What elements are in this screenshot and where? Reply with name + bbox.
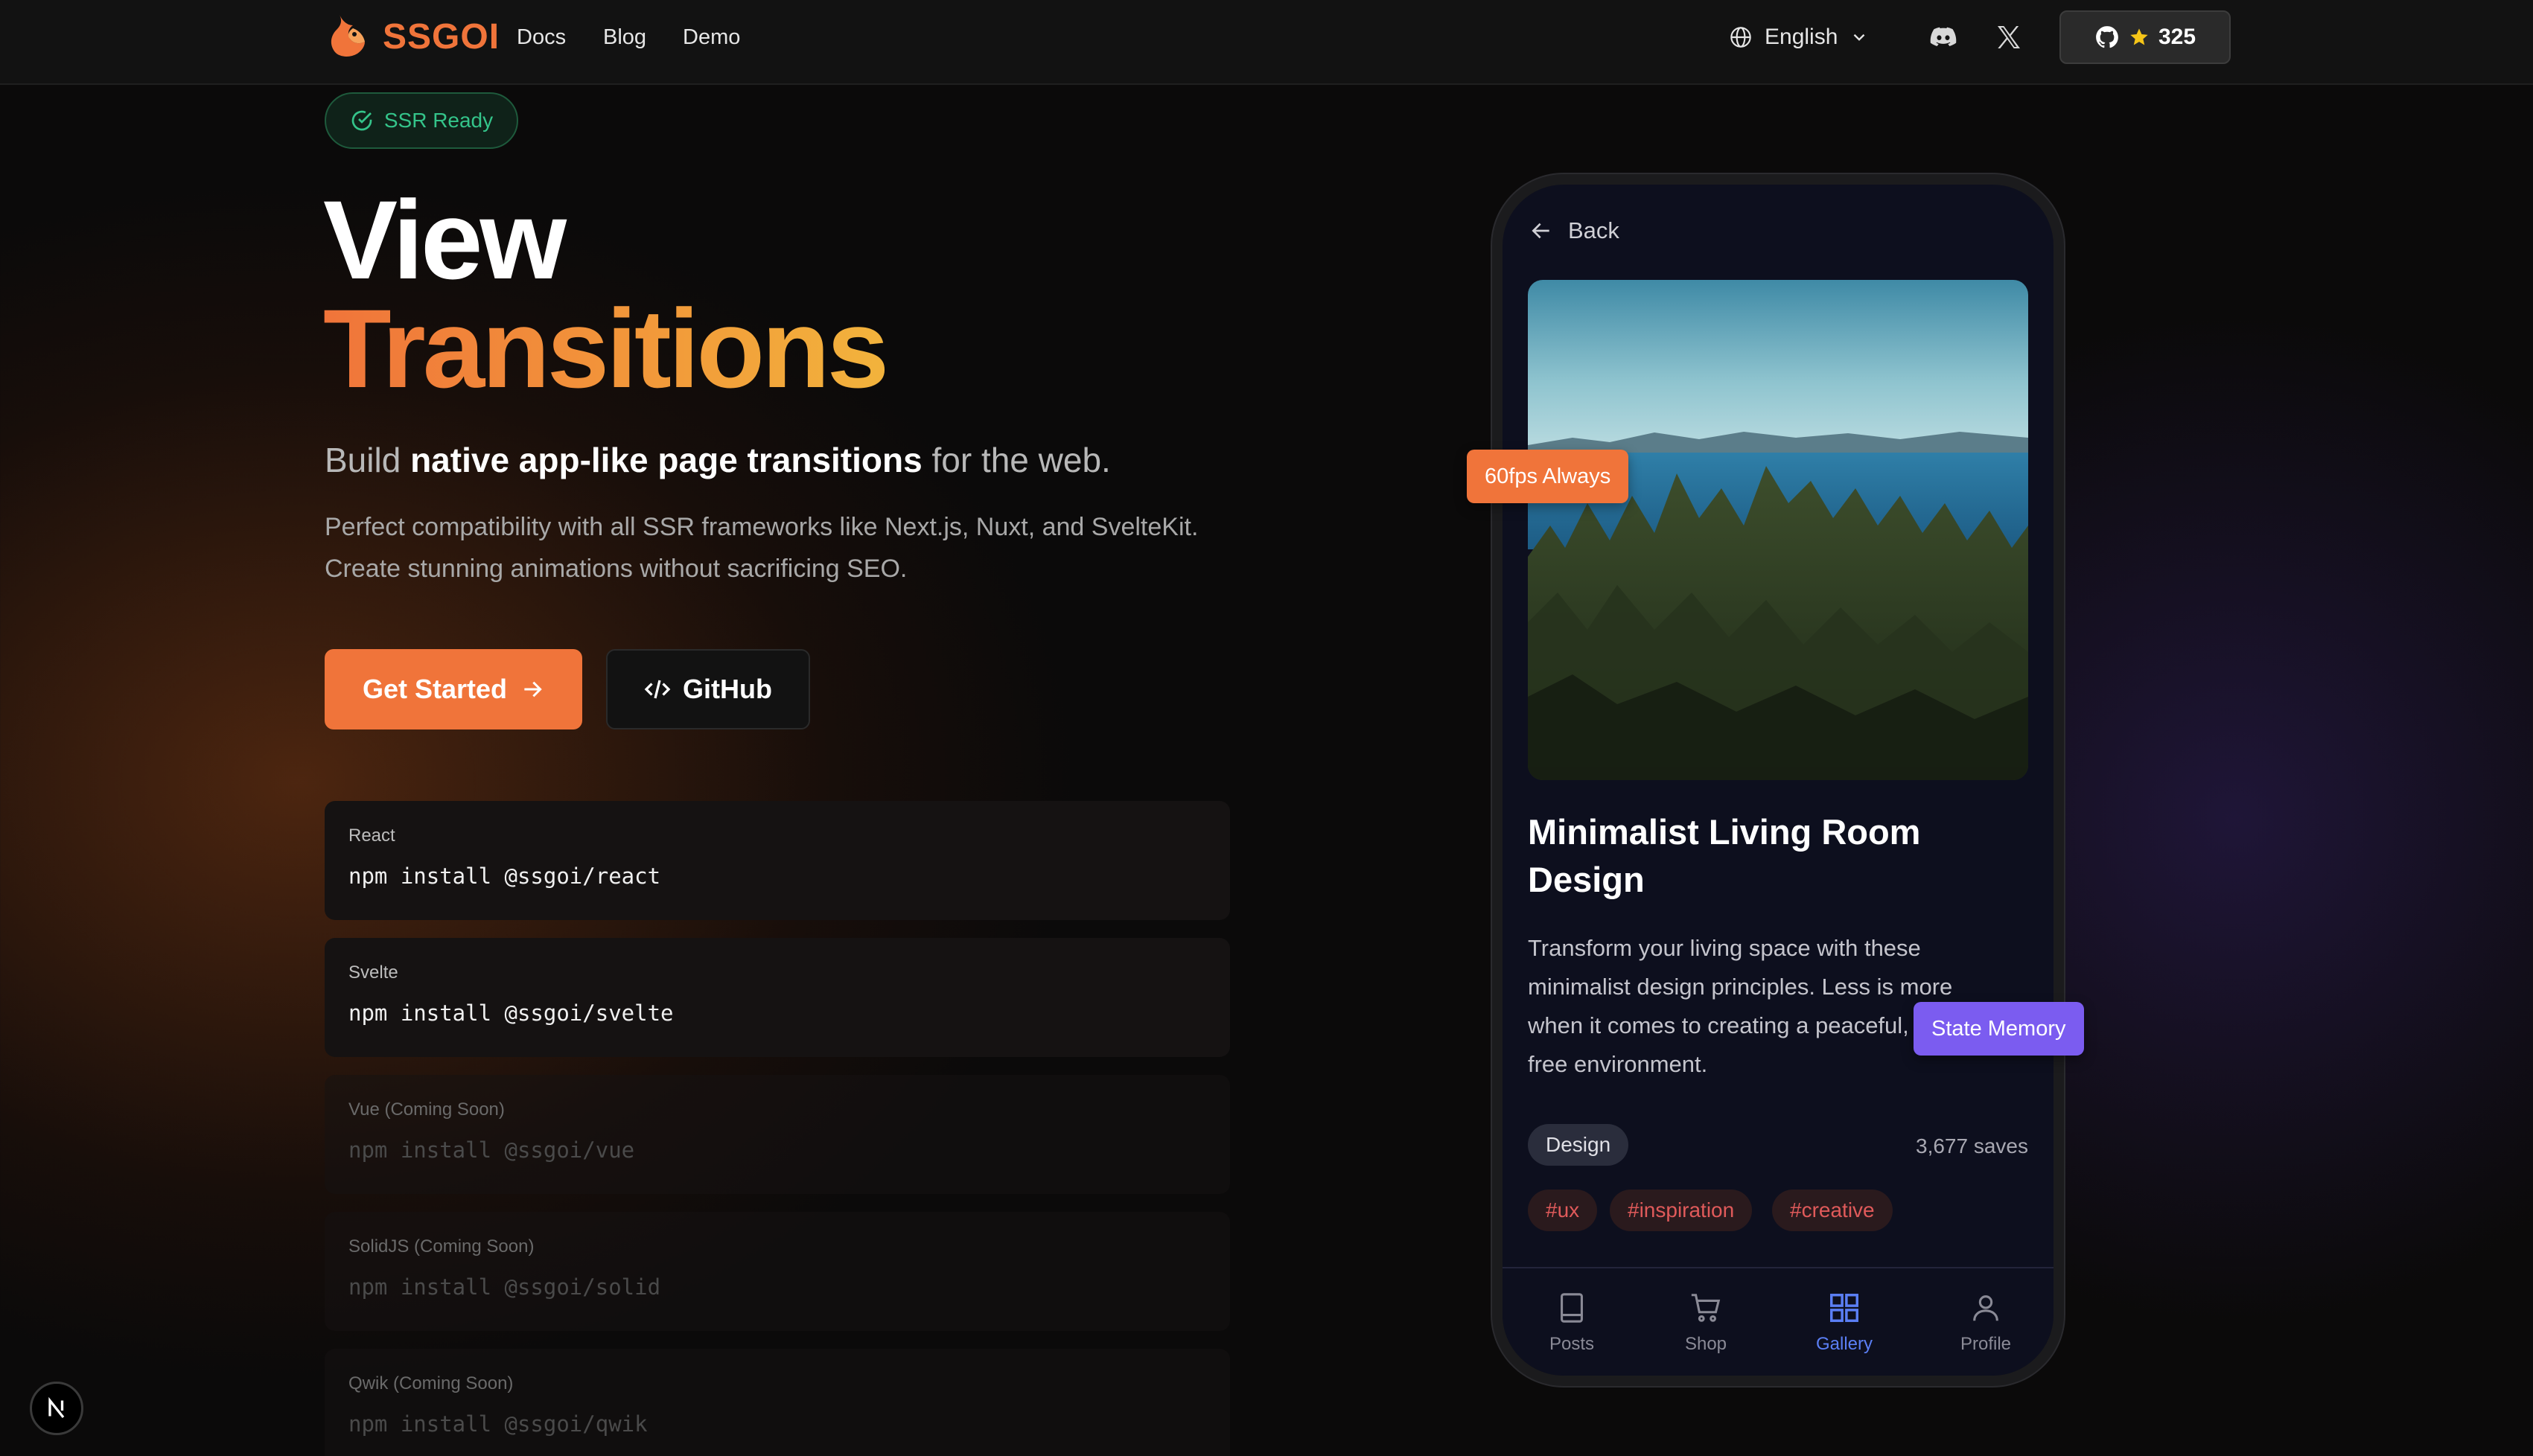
install-command: npm install @ssgoi/solid	[348, 1274, 661, 1300]
badge-label: SSR Ready	[383, 109, 494, 132]
install-card-react[interactable]: React npm install @ssgoi/react	[325, 801, 1230, 920]
arrow-right-icon	[524, 681, 542, 697]
github-button[interactable]: GitHub	[606, 649, 810, 729]
nav-link-docs[interactable]: Docs	[517, 22, 566, 52]
book-icon	[1561, 1293, 1583, 1323]
nextjs-icon	[48, 1396, 65, 1419]
github-star-button[interactable]: 325	[2059, 10, 2231, 64]
discord-icon[interactable]	[1928, 22, 1958, 52]
tab-posts[interactable]: Posts	[1516, 1291, 1628, 1355]
github-icon	[2096, 26, 2118, 48]
hero-subtitle: Build native app-like page transitions f…	[325, 438, 1111, 482]
tab-profile[interactable]: Profile	[1930, 1291, 2042, 1355]
install-card-qwik: Qwik (Coming Soon) npm install @ssgoi/qw…	[325, 1349, 1230, 1456]
back-label: Back	[1568, 217, 1619, 243]
get-started-button[interactable]: Get Started	[325, 649, 582, 729]
tab-label: Posts	[1549, 1334, 1595, 1354]
check-circle-icon	[351, 110, 372, 131]
install-command: npm install @ssgoi/qwik	[348, 1411, 648, 1437]
forest-lake-photo	[1528, 280, 2028, 780]
install-framework: React	[348, 826, 395, 846]
nav-link-blog[interactable]: Blog	[603, 22, 646, 52]
star-icon	[2130, 28, 2148, 45]
fps-pill: 60fps Always	[1467, 450, 1629, 503]
chevron-down-icon	[1854, 33, 1865, 41]
subtitle-post: for the web.	[922, 441, 1111, 479]
install-card-svelte[interactable]: Svelte npm install @ssgoi/svelte	[325, 938, 1230, 1057]
back-button[interactable]: Back	[1529, 217, 1619, 244]
fox-logo-icon[interactable]	[325, 12, 368, 60]
install-card-vue: Vue (Coming Soon) npm install @ssgoi/vue	[325, 1075, 1230, 1194]
language-selector[interactable]: English	[1729, 21, 1869, 54]
user-icon	[1973, 1295, 1998, 1321]
install-framework: Svelte	[348, 962, 398, 983]
tab-label: Gallery	[1815, 1334, 1873, 1354]
tab-label: Profile	[1960, 1334, 2012, 1354]
tab-label: Shop	[1684, 1334, 1727, 1354]
hero-description: Perfect compatibility with all SSR frame…	[325, 513, 1199, 583]
hashtag-chip[interactable]: #inspiration	[1610, 1190, 1753, 1231]
install-framework: SolidJS (Coming Soon)	[348, 1236, 535, 1257]
github-button-label: GitHub	[683, 674, 772, 704]
subtitle-bold: native app-like page transitions	[410, 441, 923, 479]
category-tag[interactable]: Design	[1528, 1124, 1629, 1166]
cart-icon	[1691, 1294, 1721, 1322]
get-started-label: Get Started	[362, 674, 508, 704]
install-command[interactable]: npm install @ssgoi/react	[348, 863, 1206, 889]
language-label: English	[1765, 25, 1838, 49]
phone-mockup: Back Minimalist Living Room Design Trans…	[1492, 174, 2064, 1386]
subtitle-pre: Build	[325, 441, 411, 479]
tab-shop[interactable]: Shop	[1650, 1291, 1762, 1355]
state-memory-pill: State Memory	[1914, 1002, 2084, 1056]
nav-link-demo[interactable]: Demo	[683, 22, 740, 52]
hashtag-chip[interactable]: #ux	[1528, 1190, 1598, 1231]
hashtag-chip[interactable]: #creative	[1772, 1190, 1893, 1231]
card-title: Minimalist Living Room Design	[1528, 812, 1921, 899]
code-icon	[644, 680, 671, 699]
tab-gallery[interactable]: Gallery	[1788, 1291, 1900, 1355]
install-framework: Vue (Coming Soon)	[348, 1099, 505, 1120]
arrow-left-icon	[1532, 223, 1549, 239]
install-framework: Qwik (Coming Soon)	[348, 1373, 514, 1393]
bottom-tab-bar: Posts Shop Gallery Profile	[1503, 1267, 2054, 1376]
github-star-count: 325	[2158, 25, 2196, 49]
grid-icon	[1830, 1294, 1858, 1322]
hero-title-line2: Transitions	[323, 281, 889, 415]
install-card-solid: SolidJS (Coming Soon) npm install @ssgoi…	[325, 1212, 1230, 1331]
brand-name[interactable]: SSGOI	[383, 15, 500, 60]
x-twitter-icon[interactable]	[1994, 22, 2024, 52]
install-command[interactable]: npm install @ssgoi/svelte	[348, 1000, 1206, 1026]
top-nav: SSGOI Docs Blog Demo English 325	[0, 0, 2533, 85]
ssr-ready-badge: SSR Ready	[325, 92, 518, 149]
globe-icon	[1730, 27, 1751, 48]
nextjs-dev-indicator[interactable]	[30, 1382, 83, 1435]
saves-count: 3,677 saves	[1916, 1134, 2028, 1158]
install-command: npm install @ssgoi/vue	[348, 1137, 635, 1163]
